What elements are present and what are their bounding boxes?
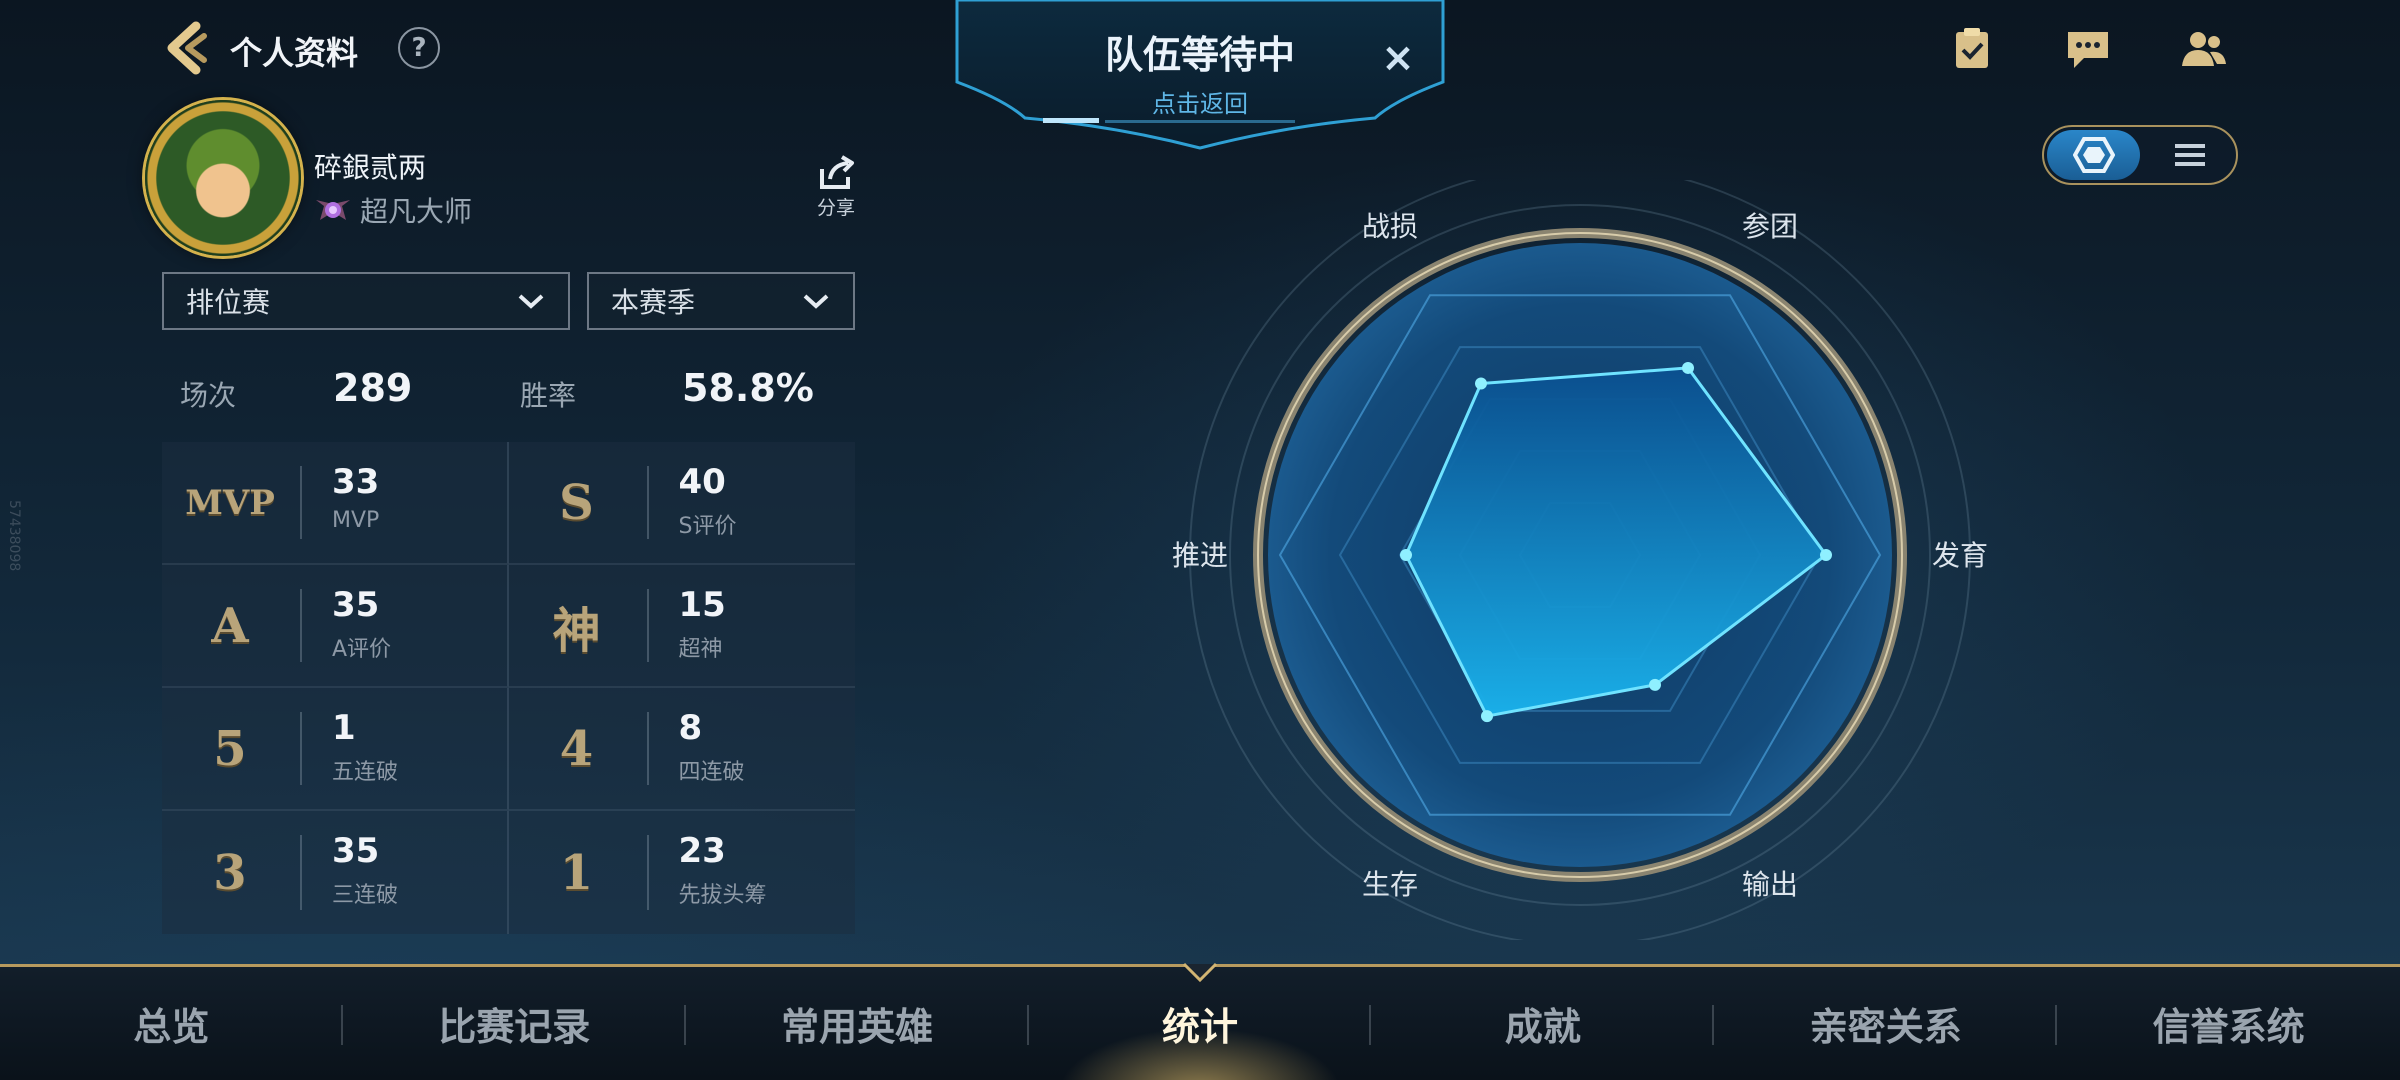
tab-0[interactable]: 总览	[0, 967, 343, 1080]
stat-a-rating: A 35 A评价	[162, 565, 509, 688]
radar-axis-label: 战损	[1362, 210, 1418, 243]
godlike-badge-icon: 神	[552, 602, 601, 659]
player-name: 碎銀贰两	[314, 151, 427, 184]
stat-value: 35	[332, 585, 380, 625]
stat-label: A评价	[332, 637, 392, 662]
rank-name: 超凡大师	[360, 195, 473, 228]
stat-value: 23	[678, 831, 726, 871]
game-mode-dropdown[interactable]: 排位赛	[162, 272, 570, 330]
stat-godlike: 神 15 超神	[508, 565, 855, 688]
radar-axis-label: 输出	[1742, 868, 1798, 901]
stat-label: 超神	[678, 637, 723, 662]
radar-axis-label: 发育	[1932, 539, 1988, 572]
tab-2[interactable]: 常用英雄	[686, 967, 1029, 1080]
radar-axis-label: 参团	[1742, 210, 1798, 243]
stat-label: 五连破	[332, 760, 399, 785]
season-dropdown[interactable]: 本赛季	[587, 272, 855, 330]
view-mode-toggle[interactable]	[2042, 125, 2238, 185]
radar-point-5	[1475, 377, 1487, 390]
penta-kill-badge-icon: 5	[213, 720, 247, 777]
ability-radar-chart: 参团发育输出 生存 推进 战损	[1172, 180, 1988, 940]
game-mode-value: 排位赛	[186, 286, 271, 319]
stat-value: 33	[332, 462, 380, 502]
list-icon	[2174, 144, 2205, 166]
radar-view-button[interactable]	[2047, 130, 2140, 180]
stat-penta-kill: 5 1 五连破	[162, 688, 509, 811]
share-label: 分享	[816, 197, 855, 219]
stat-quadra-kill: 4 8 四连破	[508, 688, 855, 811]
back-icon[interactable]	[158, 20, 214, 76]
stat-label: S评价	[678, 514, 737, 539]
winrate-label: 胜率	[520, 379, 577, 412]
stat-label: 四连破	[678, 760, 745, 785]
tab-6[interactable]: 信誉系统	[2057, 967, 2400, 1080]
user-id-watermark: 57438098	[6, 500, 22, 572]
banner-title: 队伍等待中	[1104, 33, 1295, 77]
list-view-button[interactable]	[2143, 127, 2236, 183]
radar-point-0	[1682, 361, 1694, 374]
banner-return-link[interactable]: 点击返回	[955, 84, 1445, 119]
first-blood-badge-icon: 1	[559, 844, 594, 901]
chevron-down-icon	[803, 294, 829, 309]
stat-label: MVP	[332, 508, 380, 533]
help-icon[interactable]: ?	[398, 27, 440, 69]
triple-kill-badge-icon: 3	[213, 844, 247, 901]
avatar[interactable]	[145, 100, 301, 256]
friends-icon[interactable]	[2180, 28, 2228, 70]
stat-mvp: MVP 33 MVP	[162, 442, 509, 565]
stat-value: 40	[678, 462, 726, 502]
page-title: 个人资料	[230, 34, 359, 72]
hexagon-icon	[2072, 137, 2115, 173]
chevron-down-icon	[518, 294, 544, 309]
close-icon[interactable]: ×	[1378, 38, 1418, 78]
matches-label: 场次	[180, 379, 237, 412]
radar-point-4	[1400, 549, 1412, 561]
tab-4[interactable]: 成就	[1371, 967, 1715, 1080]
stat-value: 15	[678, 585, 726, 625]
stat-label: 三连破	[332, 883, 399, 908]
tab-5[interactable]: 亲密关系	[1714, 967, 2058, 1080]
stat-s-rating: S 40 S评价	[508, 442, 855, 565]
stat-value: 1	[332, 708, 356, 748]
stat-triple-kill: 3 35 三连破	[162, 811, 509, 934]
winrate-value: 58.8%	[682, 366, 814, 410]
radar-point-3	[1481, 710, 1493, 723]
rank-emblem-icon	[316, 200, 350, 220]
radar-axis-label: 推进	[1172, 539, 1228, 572]
s-rating-badge-icon: S	[559, 474, 594, 531]
share-button[interactable]: 分享	[812, 155, 860, 220]
tab-1[interactable]: 比赛记录	[343, 967, 686, 1080]
active-tab-marker-icon	[1182, 962, 1218, 983]
a-rating-badge-icon: A	[211, 597, 249, 654]
season-value: 本赛季	[611, 286, 696, 319]
mvp-badge-icon: MVP	[185, 482, 275, 523]
share-icon	[820, 155, 854, 189]
radar-axis-label: 生存	[1362, 868, 1418, 901]
stat-first-blood: 1 23 先拔头筹	[509, 811, 856, 934]
chat-icon[interactable]	[2064, 28, 2112, 70]
radar-point-1	[1820, 549, 1832, 561]
radar-point-2	[1649, 678, 1661, 691]
stat-value: 35	[332, 831, 380, 871]
stat-value: 8	[678, 708, 703, 748]
stats-grid: MVP 33 MVP S 40 S评价 A 35 A评价 神 15 超神 5 1…	[162, 442, 855, 934]
matches-value: 289	[333, 366, 413, 410]
stat-label: 先拔头筹	[678, 883, 767, 908]
task-checklist-icon[interactable]	[1948, 28, 1996, 70]
quadra-kill-badge-icon: 4	[559, 720, 594, 777]
